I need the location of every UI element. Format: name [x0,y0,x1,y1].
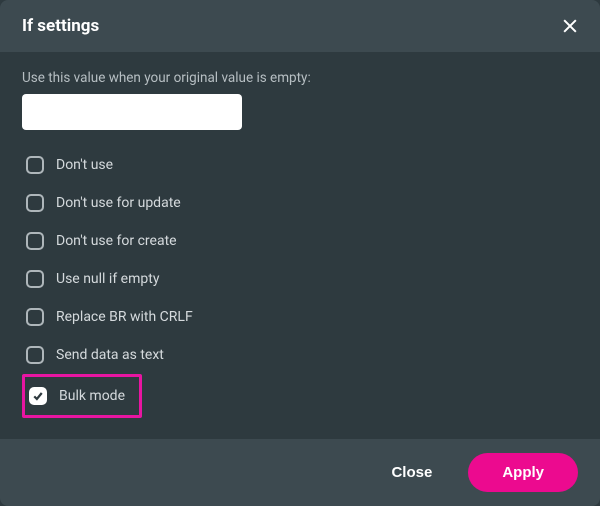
options-list: Don't use Don't use for update Don't use… [22,146,578,418]
bulk-mode-highlight: Bulk mode [22,374,142,418]
checkbox-icon[interactable] [26,346,44,364]
apply-button[interactable]: Apply [468,453,578,492]
option-label: Don't use [56,157,113,173]
checkbox-icon[interactable] [29,387,47,405]
option-replace-br-with-crlf[interactable]: Replace BR with CRLF [22,298,578,336]
option-label: Bulk mode [59,388,125,404]
option-send-data-as-text[interactable]: Send data as text [22,336,578,374]
option-label: Don't use for update [56,195,181,211]
checkbox-icon[interactable] [26,308,44,326]
checkbox-icon[interactable] [26,156,44,174]
option-dont-use-for-update[interactable]: Don't use for update [22,184,578,222]
option-label: Replace BR with CRLF [56,309,193,325]
modal-header: If settings [0,0,600,52]
close-icon[interactable] [558,14,582,38]
option-use-null-if-empty[interactable]: Use null if empty [22,260,578,298]
if-settings-modal: If settings Use this value when your ori… [0,0,600,506]
default-value-input[interactable] [22,94,242,130]
option-bulk-mode[interactable]: Bulk mode [27,379,133,413]
checkbox-icon[interactable] [26,232,44,250]
option-label: Don't use for create [56,233,177,249]
default-value-label: Use this value when your original value … [22,70,578,86]
option-label: Send data as text [56,347,164,363]
modal-footer: Close Apply [0,439,600,506]
close-button[interactable]: Close [375,454,448,491]
option-label: Use null if empty [56,271,159,287]
checkbox-icon[interactable] [26,194,44,212]
checkbox-icon[interactable] [26,270,44,288]
modal-body: Use this value when your original value … [0,52,600,439]
modal-title: If settings [22,16,99,36]
option-dont-use-for-create[interactable]: Don't use for create [22,222,578,260]
option-dont-use[interactable]: Don't use [22,146,578,184]
